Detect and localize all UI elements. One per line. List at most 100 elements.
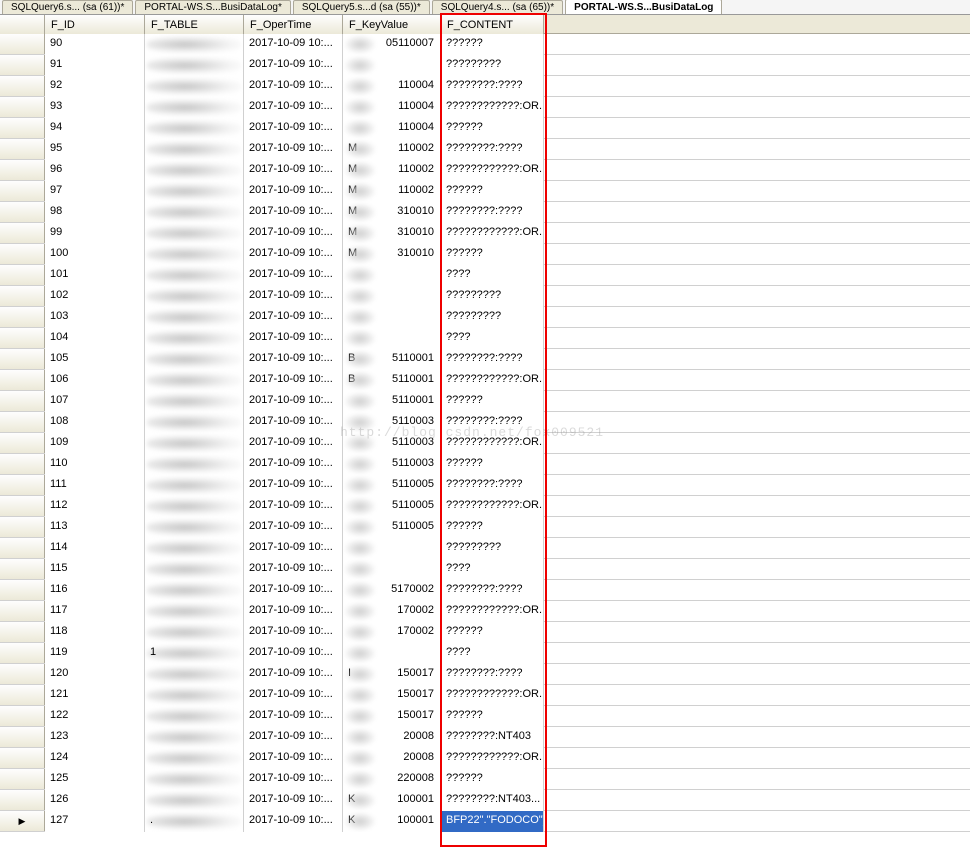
row-gutter[interactable] [0, 244, 45, 264]
row-gutter[interactable] [0, 370, 45, 390]
table-row[interactable]: 992017-10-09 10:...M310010????????????:O… [0, 223, 970, 244]
table-row[interactable]: 922017-10-09 10:...110004????????:???? [0, 76, 970, 97]
row-gutter[interactable] [0, 517, 45, 537]
cell-id[interactable]: 99 [45, 223, 145, 244]
cell-content[interactable]: ?????? [441, 706, 544, 727]
table-row[interactable]: 1002017-10-09 10:...M310010?????? [0, 244, 970, 265]
cell-content[interactable]: ?????? [441, 454, 544, 475]
cell-opertime[interactable]: 2017-10-09 10:... [244, 706, 343, 727]
row-gutter[interactable] [0, 790, 45, 810]
row-gutter[interactable] [0, 412, 45, 432]
row-gutter[interactable] [0, 286, 45, 306]
cell-content[interactable]: ???? [441, 328, 544, 349]
cell-id[interactable]: 106 [45, 370, 145, 391]
table-row[interactable]: 1032017-10-09 10:...????????? [0, 307, 970, 328]
cell-keyvalue[interactable] [343, 538, 441, 559]
table-row[interactable]: 1172017-10-09 10:...170002????????????:O… [0, 601, 970, 622]
row-gutter[interactable] [0, 202, 45, 222]
row-gutter[interactable] [0, 34, 45, 54]
cell-keyvalue[interactable]: 110004 [343, 118, 441, 139]
row-gutter[interactable] [0, 391, 45, 411]
table-row[interactable]: 1262017-10-09 10:...K100001????????:NT40… [0, 790, 970, 811]
cell-content[interactable]: ????????:???? [441, 580, 544, 601]
cell-table[interactable]: 1 [145, 643, 244, 664]
table-row[interactable]: 1132017-10-09 10:...5110005?????? [0, 517, 970, 538]
cell-keyvalue[interactable] [343, 328, 441, 349]
cell-table[interactable] [145, 706, 244, 727]
table-row[interactable]: 1142017-10-09 10:...????????? [0, 538, 970, 559]
cell-keyvalue[interactable]: 110004 [343, 97, 441, 118]
cell-table[interactable] [145, 181, 244, 202]
cell-content[interactable]: ?????? [441, 118, 544, 139]
row-gutter[interactable] [0, 160, 45, 180]
cell-id[interactable]: 125 [45, 769, 145, 790]
cell-id[interactable]: 102 [45, 286, 145, 307]
cell-content[interactable]: ???? [441, 559, 544, 580]
cell-keyvalue[interactable]: 5110003 [343, 433, 441, 454]
cell-keyvalue[interactable]: 5110003 [343, 412, 441, 433]
cell-keyvalue[interactable]: 110004 [343, 76, 441, 97]
tab-4[interactable]: PORTAL-WS.S...BusiDataLog [565, 0, 722, 14]
cell-opertime[interactable]: 2017-10-09 10:... [244, 748, 343, 769]
row-selector-header[interactable] [0, 15, 45, 34]
cell-table[interactable] [145, 34, 244, 55]
cell-content[interactable]: ????????:???? [441, 202, 544, 223]
table-row[interactable]: 1102017-10-09 10:...5110003?????? [0, 454, 970, 475]
cell-keyvalue[interactable] [343, 55, 441, 76]
cell-opertime[interactable]: 2017-10-09 10:... [244, 160, 343, 181]
cell-id[interactable]: 109 [45, 433, 145, 454]
cell-opertime[interactable]: 2017-10-09 10:... [244, 223, 343, 244]
table-row[interactable]: 1212017-10-09 10:...150017????????????:O… [0, 685, 970, 706]
cell-table[interactable] [145, 55, 244, 76]
cell-content[interactable]: ????????:NT403 [441, 727, 544, 748]
table-row[interactable]: 952017-10-09 10:...M110002????????:???? [0, 139, 970, 160]
cell-id[interactable]: 91 [45, 55, 145, 76]
row-gutter[interactable] [0, 601, 45, 621]
cell-id[interactable]: 121 [45, 685, 145, 706]
cell-opertime[interactable]: 2017-10-09 10:... [244, 76, 343, 97]
table-row[interactable]: 932017-10-09 10:...110004????????????:OR… [0, 97, 970, 118]
cell-opertime[interactable]: 2017-10-09 10:... [244, 412, 343, 433]
cell-table[interactable] [145, 391, 244, 412]
row-gutter[interactable] [0, 706, 45, 726]
row-gutter[interactable] [0, 55, 45, 75]
cell-table[interactable] [145, 790, 244, 811]
table-row[interactable]: 1012017-10-09 10:...???? [0, 265, 970, 286]
cell-content[interactable]: ?????? [441, 517, 544, 538]
cell-table[interactable] [145, 601, 244, 622]
table-row[interactable]: 1222017-10-09 10:...150017?????? [0, 706, 970, 727]
cell-content[interactable]: ???? [441, 265, 544, 286]
cell-table[interactable] [145, 664, 244, 685]
cell-keyvalue[interactable]: 5110001 [343, 391, 441, 412]
cell-keyvalue[interactable]: 20008 [343, 748, 441, 769]
cell-table[interactable] [145, 538, 244, 559]
table-row[interactable]: 1112017-10-09 10:...5110005????????:???? [0, 475, 970, 496]
cell-content[interactable]: ???? [441, 643, 544, 664]
tab-2[interactable]: SQLQuery5.s...d (sa (55))* [293, 0, 430, 14]
cell-content[interactable]: ????????????:OR... [441, 370, 544, 391]
row-gutter[interactable] [0, 139, 45, 159]
cell-id[interactable]: 100 [45, 244, 145, 265]
cell-id[interactable]: 120 [45, 664, 145, 685]
cell-table[interactable] [145, 769, 244, 790]
row-gutter[interactable] [0, 538, 45, 558]
cell-table[interactable] [145, 349, 244, 370]
cell-keyvalue[interactable]: I150017 [343, 664, 441, 685]
cell-id[interactable]: 113 [45, 517, 145, 538]
cell-opertime[interactable]: 2017-10-09 10:... [244, 97, 343, 118]
cell-content[interactable]: ????????:NT403... [441, 790, 544, 811]
cell-id[interactable]: 123 [45, 727, 145, 748]
table-row[interactable]: 127.2017-10-09 10:...K100001BFP22"."FODO… [0, 811, 970, 832]
cell-keyvalue[interactable]: 170002 [343, 601, 441, 622]
cell-opertime[interactable]: 2017-10-09 10:... [244, 328, 343, 349]
cell-table[interactable] [145, 685, 244, 706]
cell-opertime[interactable]: 2017-10-09 10:... [244, 181, 343, 202]
cell-content[interactable]: ????????:???? [441, 664, 544, 685]
table-row[interactable]: 982017-10-09 10:...M310010????????:???? [0, 202, 970, 223]
table-row[interactable]: 1252017-10-09 10:...220008?????? [0, 769, 970, 790]
cell-opertime[interactable]: 2017-10-09 10:... [244, 622, 343, 643]
cell-id[interactable]: 114 [45, 538, 145, 559]
cell-opertime[interactable]: 2017-10-09 10:... [244, 244, 343, 265]
table-row[interactable]: 912017-10-09 10:...????????? [0, 55, 970, 76]
cell-id[interactable]: 110 [45, 454, 145, 475]
